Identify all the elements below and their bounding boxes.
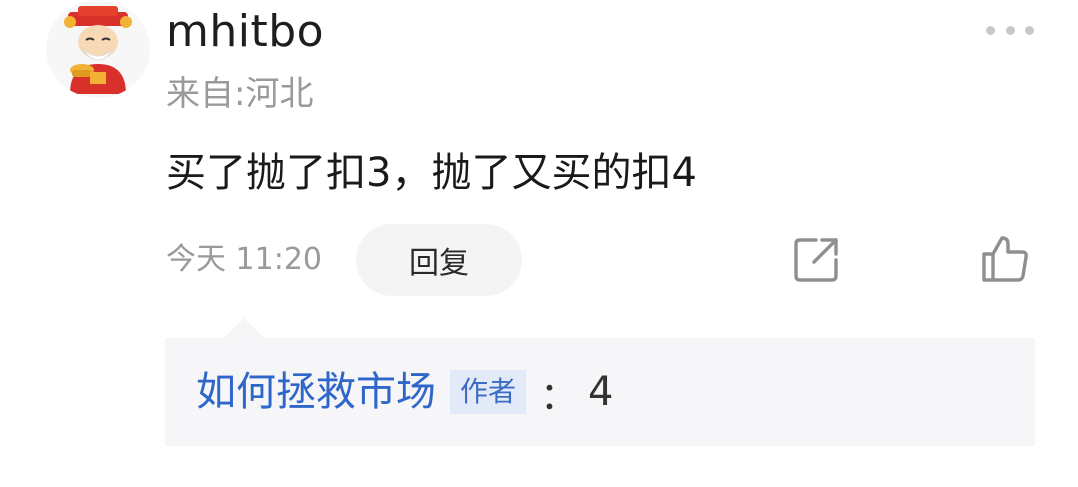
share-button[interactable]: [790, 232, 844, 286]
reply-box-pointer: [224, 318, 264, 338]
comment-text: 买了抛了扣3，抛了又买的扣4: [166, 150, 697, 196]
avatar[interactable]: [46, 0, 150, 98]
thumbs-up-icon: [982, 236, 1028, 282]
more-icon: [986, 25, 995, 35]
timestamp: 今天 11:20: [166, 242, 322, 277]
author-badge: 作者: [450, 370, 527, 414]
more-icon-dot: [1025, 25, 1034, 35]
avatar-icon: [64, 6, 132, 94]
reply-content: 4: [588, 369, 614, 415]
reply-separator: ：: [540, 373, 579, 418]
more-icon-dot: [1005, 25, 1015, 35]
more-options-button[interactable]: [986, 18, 1034, 42]
username[interactable]: mhitbo: [166, 2, 324, 62]
like-button[interactable]: [978, 232, 1032, 286]
reply-author[interactable]: 如何拯救市场: [196, 362, 436, 422]
share-icon: [794, 238, 838, 282]
location-label: 来自:河北: [166, 74, 314, 114]
reply-button[interactable]: 回复: [356, 224, 522, 296]
reply-item[interactable]: 如何拯救市场 作者 ： 4: [196, 362, 613, 422]
